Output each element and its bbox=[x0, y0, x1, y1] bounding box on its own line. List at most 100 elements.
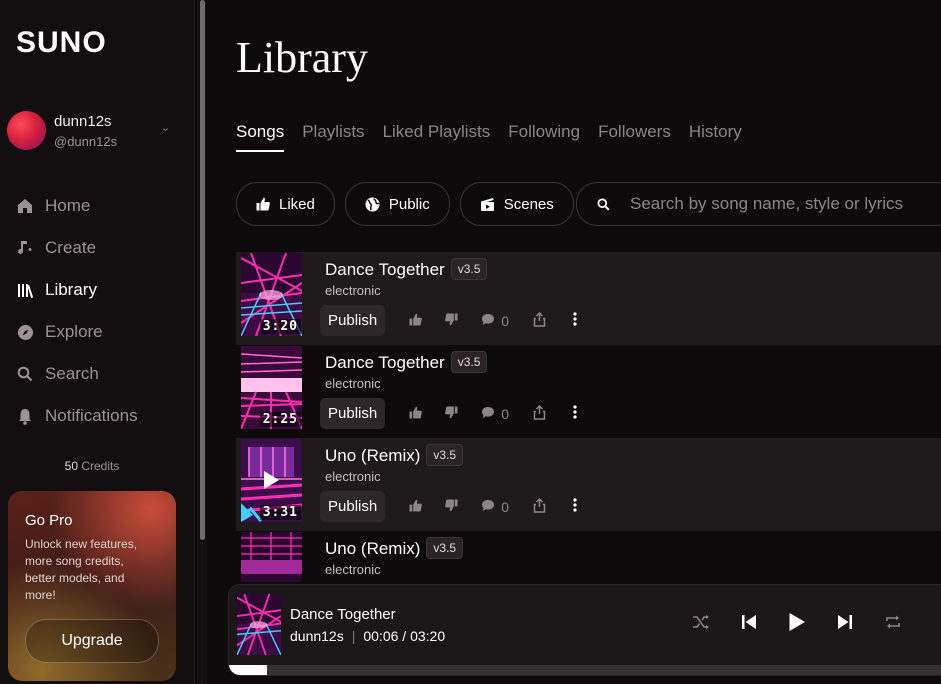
like-button[interactable] bbox=[397, 406, 433, 422]
song-duration: 2:25 bbox=[259, 412, 301, 427]
comments-button[interactable]: 0 bbox=[469, 499, 521, 515]
comment-icon bbox=[481, 313, 495, 329]
now-playing-cover-art[interactable] bbox=[237, 594, 281, 655]
more-options-button[interactable] bbox=[557, 498, 593, 515]
song-cover-art[interactable] bbox=[241, 532, 302, 582]
song-row[interactable]: Uno (Remix) v3.5 electronic bbox=[236, 531, 941, 582]
more-options-button[interactable] bbox=[557, 312, 593, 329]
library-tabs: Songs Playlists Liked Playlists Followin… bbox=[236, 122, 742, 152]
tab-followers[interactable]: Followers bbox=[598, 122, 671, 152]
public-filter-button[interactable]: Public bbox=[344, 182, 450, 226]
song-title[interactable]: Uno (Remix) v3.5 bbox=[325, 444, 464, 466]
like-button[interactable] bbox=[397, 313, 433, 329]
sidebar-item-create[interactable]: Create bbox=[16, 227, 186, 269]
liked-filter-button[interactable]: Liked bbox=[236, 182, 335, 226]
chevron-down-icon[interactable]: ⌄ bbox=[161, 121, 170, 134]
song-genre[interactable]: electronic bbox=[325, 469, 381, 484]
playback-progress-bar[interactable] bbox=[229, 665, 941, 675]
song-title[interactable]: Dance Together v3.5 bbox=[325, 258, 488, 280]
sidebar-nav: Home Create Library Explore Search Notif… bbox=[16, 185, 186, 437]
publish-button[interactable]: Publish bbox=[320, 305, 386, 336]
upgrade-button[interactable]: Upgrade bbox=[25, 619, 159, 663]
now-playing-title[interactable]: Dance Together bbox=[290, 606, 396, 623]
go-pro-description: Unlock new features, more song credits, … bbox=[25, 537, 138, 602]
thumbs-up-icon bbox=[409, 406, 422, 422]
song-title[interactable]: Uno (Remix) v3.5 bbox=[325, 537, 464, 559]
comments-button[interactable]: 0 bbox=[469, 406, 521, 422]
sidebar-item-label: Create bbox=[45, 238, 97, 257]
song-title-text: Dance Together bbox=[325, 260, 445, 279]
sidebar-item-home[interactable]: Home bbox=[16, 185, 186, 227]
comments-button[interactable]: 0 bbox=[469, 313, 521, 329]
tab-history[interactable]: History bbox=[689, 122, 742, 152]
song-cover-art[interactable]: 3:31 bbox=[241, 439, 302, 522]
song-search-box[interactable] bbox=[576, 182, 941, 226]
sidebar-item-search[interactable]: Search bbox=[16, 353, 186, 395]
comment-icon bbox=[481, 499, 495, 515]
song-title-text: Dance Together bbox=[325, 353, 445, 372]
shuffle-button[interactable] bbox=[677, 614, 725, 635]
skip-forward-icon bbox=[837, 614, 853, 635]
sidebar-item-label: Explore bbox=[45, 322, 103, 341]
like-button[interactable] bbox=[397, 499, 433, 515]
share-button[interactable] bbox=[521, 404, 557, 423]
dislike-button[interactable] bbox=[433, 312, 469, 329]
shuffle-icon bbox=[692, 614, 710, 635]
repeat-button[interactable] bbox=[869, 614, 917, 635]
song-genre[interactable]: electronic bbox=[325, 283, 381, 298]
sidebar: SUNO dunn12s @dunn12s ⌄ Home Create Libr… bbox=[0, 0, 195, 684]
share-button[interactable] bbox=[521, 497, 557, 516]
user-menu[interactable]: dunn12s @dunn12s ⌄ bbox=[7, 111, 187, 153]
liked-filter-label: Liked bbox=[279, 195, 315, 213]
search-input[interactable] bbox=[628, 193, 932, 215]
song-genre[interactable]: electronic bbox=[325, 376, 381, 391]
thumbs-up-icon bbox=[409, 499, 422, 515]
search-icon bbox=[597, 197, 610, 211]
song-cover-art[interactable]: 2:25 bbox=[241, 346, 302, 429]
dislike-button[interactable] bbox=[433, 405, 469, 422]
next-button[interactable] bbox=[821, 614, 869, 635]
credits-count: 50 bbox=[64, 459, 78, 473]
play-icon[interactable] bbox=[262, 470, 280, 495]
go-pro-card: Go Pro Unlock new features, more song cr… bbox=[8, 491, 176, 681]
publish-button[interactable]: Publish bbox=[320, 491, 386, 522]
filter-chips: Liked Public Scenes bbox=[236, 182, 574, 226]
more-options-button[interactable] bbox=[557, 405, 593, 422]
thumbs-down-icon bbox=[444, 312, 458, 329]
now-playing-artist[interactable]: dunn12s bbox=[290, 628, 344, 644]
share-button[interactable] bbox=[521, 311, 557, 330]
meta-separator: | bbox=[351, 628, 356, 644]
song-actions: Publish 0 bbox=[320, 398, 593, 429]
share-icon bbox=[533, 497, 546, 516]
song-cover-art[interactable]: 3:20 bbox=[241, 253, 302, 336]
go-pro-title: Go Pro bbox=[25, 512, 73, 529]
scrollbar-thumb[interactable] bbox=[200, 0, 205, 540]
scenes-filter-label: Scenes bbox=[503, 195, 554, 213]
tab-following[interactable]: Following bbox=[508, 122, 580, 152]
song-row[interactable]: 2:25 Dance Together v3.5 electronic Publi… bbox=[236, 345, 941, 438]
tab-playlists[interactable]: Playlists bbox=[302, 122, 364, 152]
tab-songs[interactable]: Songs bbox=[236, 122, 285, 152]
sidebar-item-library[interactable]: Library bbox=[16, 269, 186, 311]
song-row[interactable]: 3:31 Uno (Remix) v3.5 electronic Publish … bbox=[236, 438, 941, 531]
dislike-button[interactable] bbox=[433, 498, 469, 515]
comment-count: 0 bbox=[501, 498, 510, 515]
model-version-badge: v3.5 bbox=[450, 351, 488, 373]
suno-logo[interactable]: SUNO bbox=[16, 26, 107, 60]
song-title[interactable]: Dance Together v3.5 bbox=[325, 351, 488, 373]
scenes-filter-button[interactable]: Scenes bbox=[459, 182, 574, 226]
play-button[interactable] bbox=[773, 612, 821, 637]
user-handle: @dunn12s bbox=[54, 134, 118, 149]
model-version-badge: v3.5 bbox=[450, 258, 488, 280]
song-row[interactable]: 3:20 Dance Together v3.5 electronic Publi… bbox=[236, 252, 941, 345]
sidebar-item-label: Library bbox=[45, 280, 97, 299]
more-vertical-icon bbox=[573, 312, 577, 329]
sidebar-item-explore[interactable]: Explore bbox=[16, 311, 186, 353]
sidebar-item-notifications[interactable]: Notifications bbox=[16, 395, 186, 437]
previous-button[interactable] bbox=[725, 614, 773, 635]
tab-liked-playlists[interactable]: Liked Playlists bbox=[383, 122, 491, 152]
song-genre[interactable]: electronic bbox=[325, 562, 381, 577]
publish-button[interactable]: Publish bbox=[320, 398, 386, 429]
bell-icon bbox=[16, 407, 34, 425]
comment-count: 0 bbox=[501, 312, 510, 329]
